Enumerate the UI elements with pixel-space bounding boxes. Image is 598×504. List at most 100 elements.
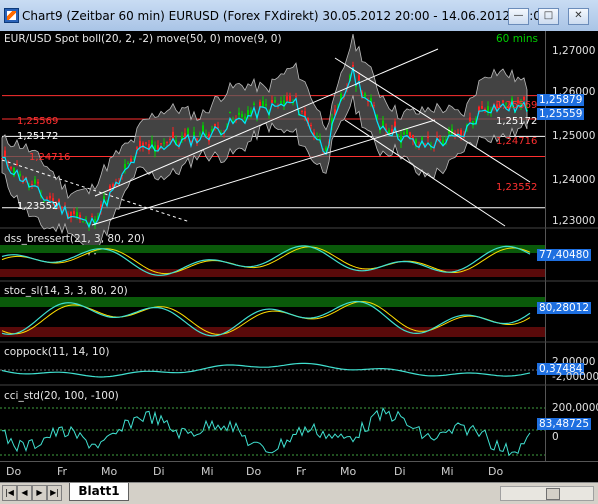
date-label: Di [153, 465, 165, 478]
chart-drawing [0, 34, 598, 457]
candle-body [262, 101, 264, 107]
candle-body [364, 93, 366, 97]
candle-body [169, 138, 171, 140]
candle-body [19, 173, 21, 176]
horizontal-scrollbar[interactable] [500, 486, 594, 501]
date-label: Mo [340, 465, 357, 478]
candle-body [274, 100, 276, 103]
cci-value-box: 83,48725 [537, 418, 592, 430]
first-sheet-icon[interactable]: |◀ [2, 485, 17, 501]
candle-body [229, 111, 231, 113]
scale-label-123: 1,23000 [552, 215, 596, 227]
level-label-right: 1,23552 [496, 182, 538, 193]
candle-body [187, 128, 189, 135]
level-label-left: 1,24716 [29, 152, 71, 163]
level-label-right: 1,25569 [496, 100, 538, 111]
coppock-scale-bottom: -2,00000 [552, 371, 598, 383]
candle-body [373, 105, 375, 107]
candle-body [61, 206, 63, 208]
candle-body [295, 96, 297, 98]
candle-body [73, 211, 75, 215]
candle-body [85, 218, 87, 220]
last-sheet-icon[interactable]: ▶| [47, 485, 62, 501]
candle-body [49, 195, 51, 199]
candle-body [37, 181, 39, 184]
date-label: Do [246, 465, 262, 478]
date-label: Mo [101, 465, 118, 478]
candle-body [46, 197, 48, 199]
candle-body [139, 140, 141, 148]
dss-value-box: 77,40480 [537, 249, 592, 261]
candle-body [280, 101, 282, 104]
candle-body [355, 86, 357, 88]
candle-body [460, 129, 462, 136]
stoc-value-box: 80,28012 [537, 302, 592, 314]
candle-body [469, 117, 471, 122]
candle-body [358, 75, 360, 81]
candle-body [286, 96, 288, 101]
bollinger-band [1, 34, 528, 256]
level-label-left: 1,25569 [17, 116, 59, 127]
oversold-zone [0, 327, 545, 337]
price-box-ma: 1,25559 [537, 108, 585, 120]
prev-sheet-icon[interactable]: ◀ [17, 485, 32, 501]
candle-body [205, 133, 207, 135]
cci-line [1, 406, 531, 457]
date-label: Do [6, 465, 22, 478]
candle-body [265, 103, 267, 106]
coppock-panel-title: coppock(11, 14, 10) [4, 346, 110, 358]
candle-body [481, 105, 483, 109]
cci-scale-top: 200,00000 [552, 402, 598, 414]
sheet-tab-blatt1[interactable]: Blatt1 [69, 483, 129, 501]
cci-scale-bottom: 0 [552, 431, 559, 443]
candle-body [145, 142, 147, 144]
candle-body [301, 110, 303, 112]
candle-body [427, 136, 429, 139]
date-label: Mi [441, 465, 454, 478]
candle-body [403, 132, 405, 135]
candle-body [406, 129, 408, 135]
overbought-zone [0, 245, 545, 253]
date-label: Fr [57, 465, 68, 478]
next-sheet-icon[interactable]: ▶ [32, 485, 47, 501]
candle-body [304, 111, 306, 117]
level-label-right: 1,24716 [496, 136, 538, 147]
candle-body [82, 221, 84, 223]
cci-panel-title: cci_std(20, 100, -100) [4, 390, 119, 402]
candle-body [310, 124, 312, 127]
candle-body [4, 150, 6, 157]
oversold-zone [0, 269, 545, 277]
scale-label-125: 1,25000 [552, 130, 596, 142]
candle-body [241, 113, 243, 118]
level-label-left: 1,23552 [17, 201, 59, 212]
price-box-close: 1,25879 [537, 94, 585, 106]
candle-body [127, 163, 129, 165]
candle-body [124, 164, 126, 169]
level-label-left: 1,25172 [17, 131, 59, 142]
scale-label-127: 1,27000 [552, 45, 596, 57]
candle-body [391, 128, 393, 132]
candle-body [166, 141, 168, 143]
candle-body [199, 133, 201, 135]
date-label: Mi [201, 465, 214, 478]
candle-body [31, 184, 33, 186]
level-label-right: 1,25172 [496, 116, 538, 127]
main-panel-title: EUR/USD Spot boll(20, 2, -2) move(50, 0)… [4, 33, 282, 45]
scroll-thumb[interactable] [546, 488, 560, 500]
candle-body [238, 112, 240, 115]
candle-body [163, 142, 165, 144]
candle-body [16, 164, 18, 166]
chart-window: Chart9 (Zeitbar 60 min) EURUSD (Forex FX… [0, 0, 598, 504]
candle-body [289, 95, 291, 102]
candle-body [352, 65, 354, 67]
scale-label-124: 1,24000 [552, 174, 596, 186]
candle-body [421, 137, 423, 140]
candle-body [160, 143, 162, 145]
candle-body [91, 215, 93, 217]
date-label: Fr [296, 465, 307, 478]
candle-body [34, 179, 36, 184]
stoc-panel-title: stoc_sl(14, 3, 3, 80, 20) [4, 285, 128, 297]
timeframe-label: 60 mins [496, 33, 538, 45]
date-label: Di [394, 465, 406, 478]
date-label: Do [488, 465, 504, 478]
